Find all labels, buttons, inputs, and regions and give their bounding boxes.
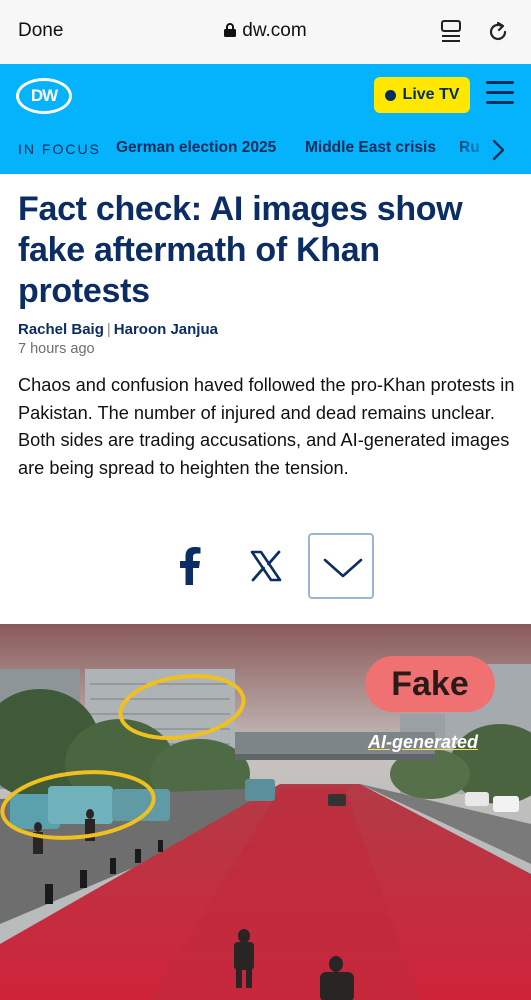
article-image: Fake AI-generated (0, 624, 531, 1000)
reload-icon[interactable] (486, 20, 510, 44)
lock-icon (224, 23, 237, 37)
dw-logo[interactable]: DW (16, 78, 72, 114)
reader-icon[interactable] (440, 20, 462, 46)
chevron-down-icon (323, 558, 363, 578)
live-dot-icon (384, 89, 396, 101)
site-header: DW Live TV (0, 64, 531, 126)
article-teaser: Chaos and confusion haved followed the p… (18, 375, 515, 478)
more-share-button[interactable] (308, 533, 374, 599)
author-separator: | (106, 321, 111, 338)
facebook-icon[interactable] (174, 545, 206, 585)
author-link[interactable]: Haroon Janjua (114, 321, 218, 338)
author-link[interactable]: Rachel Baig (18, 321, 104, 338)
published-time: 7 hours ago (18, 341, 95, 357)
hamburger-menu-icon[interactable] (486, 81, 514, 107)
nav-fade (452, 126, 492, 174)
live-tv-label: Live TV (402, 86, 460, 103)
live-tv-button[interactable]: Live TV (374, 77, 470, 113)
article-headline: Fact check: AI images show fake aftermat… (18, 190, 463, 310)
in-focus-nav: IN FOCUS German election 2025 Middle Eas… (0, 126, 531, 174)
chevron-right-icon[interactable] (490, 139, 506, 161)
x-icon[interactable] (250, 550, 282, 582)
url-text: dw.com (242, 20, 307, 41)
share-row (0, 533, 531, 599)
ai-generated-label: AI-generated (368, 732, 479, 752)
in-focus-label: IN FOCUS (18, 141, 101, 157)
fake-badge: Fake (365, 656, 495, 712)
author-line: Rachel Baig | Haroon Janjua (18, 321, 218, 338)
focus-item-german-election[interactable]: German election 2025 (116, 139, 276, 157)
browser-toolbar: Done dw.com (0, 0, 531, 64)
focus-item-middle-east[interactable]: Middle East crisis (305, 139, 436, 157)
